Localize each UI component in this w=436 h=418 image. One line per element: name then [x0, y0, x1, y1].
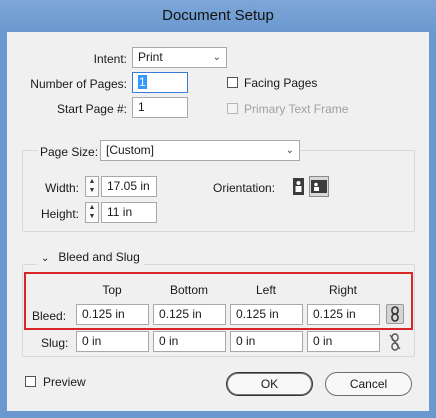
slug-right-input[interactable]: 0 in	[307, 331, 380, 352]
bleed-slug-header[interactable]: ⌄ Bleed and Slug	[37, 250, 144, 266]
width-input[interactable]: 17.05 in	[101, 176, 157, 197]
start-page-input[interactable]: 1	[132, 97, 188, 118]
height-input[interactable]: 11 in	[101, 202, 157, 223]
slug-bottom-input[interactable]: 0 in	[153, 331, 226, 352]
number-of-pages-input[interactable]: 1	[132, 72, 188, 93]
orientation-label: Orientation:	[213, 181, 276, 195]
facing-pages-checkbox[interactable]	[227, 77, 238, 88]
width-stepper[interactable]: ▲ ▼	[85, 176, 99, 197]
page-size-label: Page Size:	[38, 145, 101, 159]
chevron-down-icon: ⌄	[285, 145, 294, 156]
cancel-button[interactable]: Cancel	[325, 372, 412, 396]
bleed-highlight-box	[24, 272, 413, 330]
height-label: Height:	[40, 207, 79, 221]
number-of-pages-value: 1	[138, 75, 147, 89]
broken-chain-icon	[389, 333, 401, 351]
chevron-down-icon: ⌄	[41, 253, 50, 264]
height-value: 11 in	[107, 205, 133, 219]
start-page-label: Start Page #:	[56, 102, 127, 116]
preview-label: Preview	[43, 375, 86, 389]
portrait-icon	[293, 178, 304, 195]
intent-value: Print	[138, 50, 163, 64]
height-stepper[interactable]: ▲ ▼	[85, 202, 99, 223]
intent-label: Intent:	[93, 52, 127, 66]
slug-top-value: 0 in	[82, 334, 102, 348]
page-size-select[interactable]: [Custom] ⌄	[100, 140, 300, 161]
facing-pages-label: Facing Pages	[244, 76, 318, 90]
number-of-pages-label: Number of Pages:	[30, 77, 127, 91]
slug-left-value: 0 in	[236, 334, 256, 348]
page-size-value: [Custom]	[106, 143, 155, 157]
primary-text-frame-checkbox[interactable]	[227, 103, 238, 114]
bleed-slug-title: Bleed and Slug	[58, 250, 140, 264]
width-value: 17.05 in	[107, 179, 150, 193]
slug-right-value: 0 in	[313, 334, 333, 348]
portrait-button[interactable]	[290, 177, 307, 196]
chevron-down-icon: ⌄	[212, 52, 221, 63]
slug-left-input[interactable]: 0 in	[230, 331, 303, 352]
chevron-up-icon[interactable]: ▲	[86, 177, 98, 186]
start-page-value: 1	[138, 100, 145, 114]
landscape-icon	[311, 180, 327, 193]
dialog-body: Intent: Print ⌄ Number of Pages: 1 Start…	[7, 32, 429, 411]
slug-top-input[interactable]: 0 in	[76, 331, 149, 352]
slug-link-button[interactable]	[387, 332, 403, 352]
preview-checkbox[interactable]	[25, 376, 36, 387]
width-label: Width:	[44, 181, 79, 195]
window-title: Document Setup	[0, 0, 436, 32]
chevron-up-icon[interactable]: ▲	[86, 203, 98, 212]
landscape-button[interactable]	[309, 176, 329, 197]
chevron-down-icon[interactable]: ▼	[86, 212, 98, 221]
slug-label: Slug:	[41, 336, 69, 350]
chevron-down-icon[interactable]: ▼	[86, 186, 98, 195]
ok-button[interactable]: OK	[226, 372, 313, 396]
slug-bottom-value: 0 in	[159, 334, 179, 348]
primary-text-frame-label: Primary Text Frame	[244, 102, 349, 116]
intent-select[interactable]: Print ⌄	[132, 47, 227, 68]
